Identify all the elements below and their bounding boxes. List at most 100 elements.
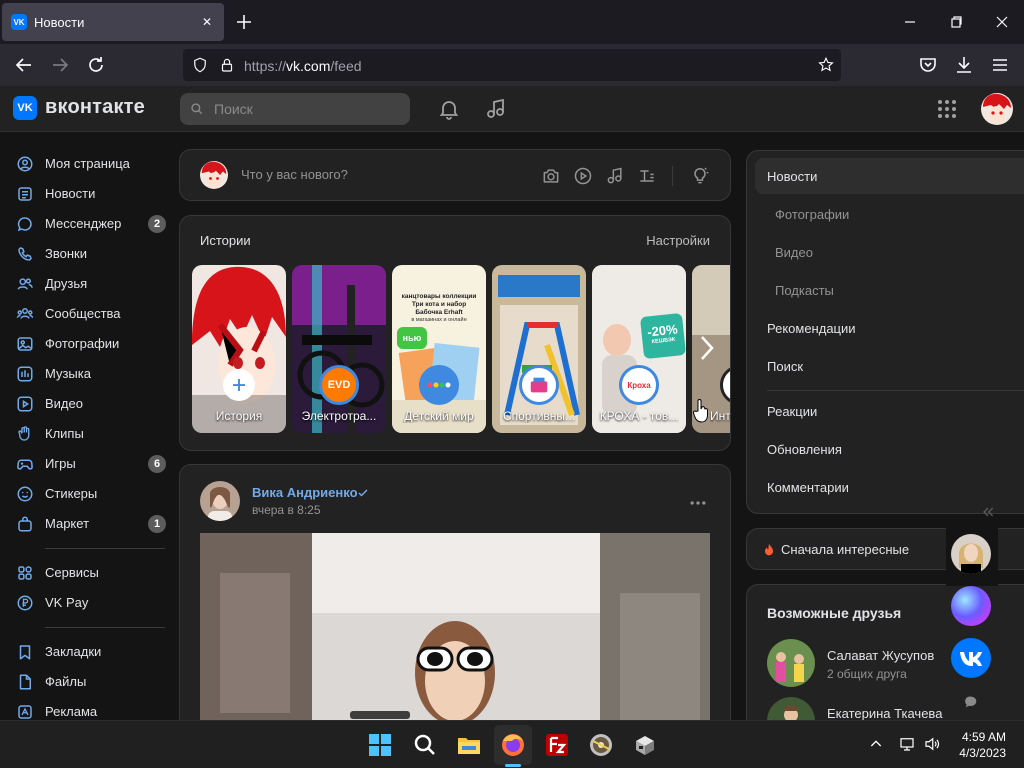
video-play-icon[interactable] — [573, 166, 593, 186]
article-icon[interactable] — [637, 166, 657, 186]
system-clock[interactable]: 4:59 AM 4/3/2023 — [959, 729, 1006, 761]
collapse-chevrons-icon[interactable] — [980, 504, 996, 520]
restore-icon[interactable] — [944, 10, 968, 34]
story-create[interactable]: История — [192, 265, 286, 433]
story-item[interactable]: EVD Электротра... — [292, 265, 386, 433]
post-composer[interactable]: Что у вас нового? — [179, 149, 731, 201]
shield-icon[interactable] — [191, 56, 209, 74]
stories-next-button[interactable] — [692, 328, 722, 368]
back-icon[interactable] — [12, 53, 36, 77]
stories-settings-link[interactable]: Настройки — [646, 233, 710, 248]
friend-name[interactable]: Екатерина Ткачева — [827, 706, 942, 721]
possible-friends-title[interactable]: Возможные друзья — [767, 605, 901, 621]
sidebar-item-services[interactable]: Сервисы — [12, 559, 172, 587]
sidebar-item-communities[interactable]: Сообщества — [12, 300, 172, 328]
sidebar-item-messenger[interactable]: Мессенджер 2 — [12, 210, 172, 238]
community-icon — [16, 308, 34, 319]
bookmark-star-icon[interactable] — [817, 56, 835, 74]
post-photo[interactable] — [200, 533, 710, 744]
url-bar[interactable]: https://vk.com/feed — [183, 49, 841, 81]
post-timestamp[interactable]: вчера в 8:25 — [252, 503, 321, 517]
close-window-icon[interactable] — [990, 10, 1014, 34]
apps-grid-icon[interactable] — [935, 97, 959, 121]
network-icon[interactable] — [898, 735, 916, 753]
post-author-avatar[interactable] — [200, 481, 240, 521]
sidebar-item-stickers[interactable]: Стикеры — [12, 480, 172, 508]
sidebar-item-clips[interactable]: Клипы — [12, 420, 172, 448]
volume-icon[interactable] — [923, 735, 941, 753]
reload-icon[interactable] — [84, 53, 108, 77]
post-author-name[interactable]: Вика Андриенко — [252, 485, 358, 500]
downloads-icon[interactable] — [952, 53, 976, 77]
sidebar-item-friends[interactable]: Друзья — [12, 270, 172, 298]
file-explorer-icon[interactable] — [455, 731, 483, 759]
windows-start-icon[interactable] — [366, 731, 394, 759]
clock-date: 4/3/2023 — [959, 746, 1006, 760]
left-sidebar: Моя страница Новости Мессенджер 2 Звонки… — [0, 132, 172, 720]
feed-filter-comments[interactable]: Комментарии — [767, 480, 849, 495]
messenger-badge: 2 — [148, 215, 166, 233]
sidebar-item-my-page[interactable]: Моя страница — [12, 150, 172, 178]
filezilla-icon[interactable] — [543, 731, 571, 759]
feed-filter-podcasts[interactable]: Подкасты — [775, 283, 834, 298]
sidebar-item-bookmarks[interactable]: Закладки — [12, 638, 172, 666]
sidebar-item-label: Файлы — [45, 674, 87, 689]
sidebar-item-video[interactable]: Видео — [12, 390, 172, 418]
chat-bubble-avatar[interactable] — [951, 534, 991, 574]
music-note-icon[interactable] — [605, 166, 625, 186]
minimize-icon[interactable] — [898, 10, 922, 34]
sidebar-item-news[interactable]: Новости — [12, 180, 172, 208]
feed-filter-video[interactable]: Видео — [775, 245, 813, 260]
sidebar-item-calls[interactable]: Звонки — [12, 240, 172, 268]
more-options-icon[interactable] — [688, 493, 708, 513]
story-item[interactable]: канцтовары коллекции Три кота и набор Ба… — [392, 265, 486, 433]
sidebar-item-music[interactable]: Музыка — [12, 360, 172, 388]
vk-chat-icon[interactable] — [951, 638, 991, 678]
taskbar-search-icon[interactable] — [411, 731, 439, 759]
sidebar-item-games[interactable]: Игры 6 — [12, 450, 172, 478]
story-item[interactable]: Спортивны... — [492, 265, 586, 433]
sidebar-item-files[interactable]: Файлы — [12, 668, 172, 696]
sidebar-item-market[interactable]: Маркет 1 — [12, 510, 172, 538]
mouse-cursor-icon — [692, 399, 708, 423]
vk-logo-icon[interactable]: VK — [13, 96, 37, 120]
marusia-assistant-icon[interactable] — [951, 586, 991, 626]
feed-filter-recommendations[interactable]: Рекомендации — [767, 321, 856, 336]
feed-filter-reactions[interactable]: Реакции — [767, 404, 817, 419]
notifications-bell-icon[interactable] — [437, 97, 461, 121]
story-item[interactable]: -20% КЕШБЭК Кроха КРОХА - тов... — [592, 265, 686, 433]
lock-icon[interactable] — [218, 56, 236, 74]
bookmark-icon — [19, 645, 31, 660]
sidebar-item-vkpay[interactable]: VK Pay — [12, 589, 172, 617]
chat-bubble-icon[interactable] — [963, 694, 979, 710]
feed-filter-news[interactable]: Новости — [767, 169, 817, 184]
feed-filter-photos[interactable]: Фотографии — [775, 207, 849, 222]
box-app-icon[interactable] — [631, 731, 659, 759]
disc-app-icon[interactable] — [587, 731, 615, 759]
feed-filter-search[interactable]: Поиск — [767, 359, 803, 374]
browser-tab[interactable]: VK Новости ✕ — [2, 3, 224, 41]
sidebar-item-photos[interactable]: Фотографии — [12, 330, 172, 358]
camera-icon[interactable] — [541, 166, 561, 186]
friend-avatar[interactable] — [767, 639, 815, 687]
composer-placeholder[interactable]: Что у вас нового? — [241, 167, 348, 182]
tray-chevron-up-icon[interactable] — [868, 736, 884, 752]
new-tab-icon[interactable] — [232, 10, 256, 34]
close-tab-icon[interactable]: ✕ — [199, 14, 215, 30]
search-input[interactable]: Поиск — [180, 93, 410, 125]
menu-icon[interactable] — [988, 53, 1012, 77]
user-avatar[interactable] — [981, 93, 1013, 125]
firefox-icon[interactable] — [499, 731, 527, 759]
windows-taskbar: 4:59 AM 4/3/2023 — [0, 720, 1024, 768]
url-text[interactable]: https://vk.com/feed — [244, 58, 362, 74]
story-label: Спортивны... — [502, 409, 576, 423]
music-player-icon[interactable] — [484, 97, 508, 121]
friend-name[interactable]: Салават Жусупов — [827, 648, 934, 663]
add-story-icon[interactable] — [223, 369, 255, 401]
pocket-icon[interactable] — [916, 53, 940, 77]
feed-filter-updates[interactable]: Обновления — [767, 442, 842, 457]
vk-logo-text[interactable]: вконтакте — [45, 96, 145, 119]
ideas-bulb-icon[interactable] — [690, 166, 710, 186]
forward-icon[interactable] — [48, 53, 72, 77]
stories-block: Истории Настройки История EVD Электротра… — [179, 215, 731, 451]
